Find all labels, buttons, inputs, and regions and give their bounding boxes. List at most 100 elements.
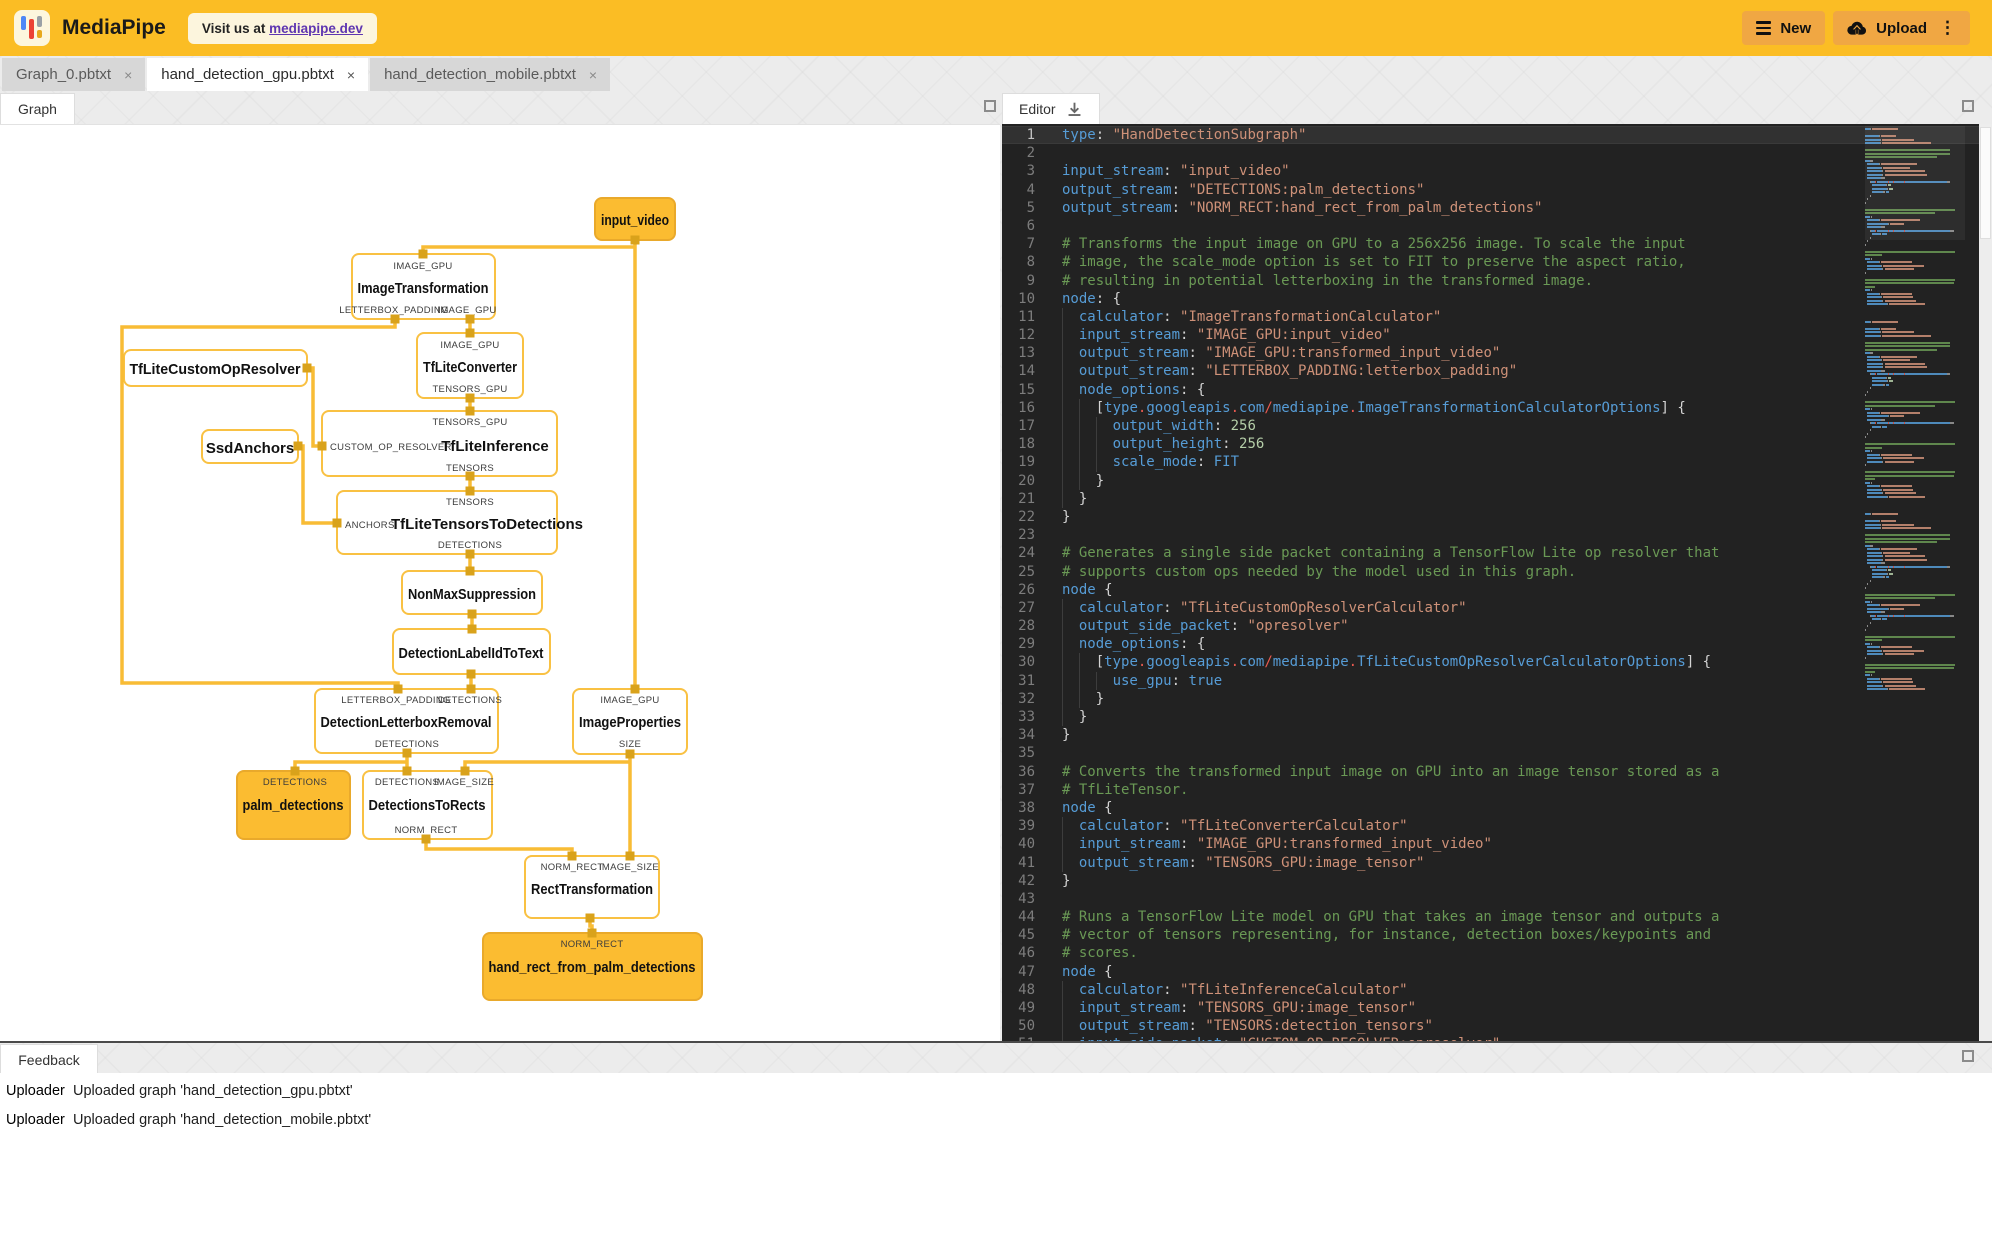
line-number: 24 bbox=[1018, 545, 1035, 562]
port-label: NORM_RECT bbox=[561, 939, 624, 950]
file-tab-Graph_0.pbtxt[interactable]: Graph_0.pbtxt × bbox=[2, 58, 146, 91]
file-tab-bar: Graph_0.pbtxt × hand_detection_gpu.pbtxt × h… bbox=[0, 58, 611, 91]
tab-close-icon[interactable]: × bbox=[121, 67, 135, 83]
port-connector bbox=[421, 834, 431, 844]
code-line: 25 # supports custom ops needed by the mo… bbox=[1002, 563, 1979, 581]
file-tab-label: hand_detection_mobile.pbtxt bbox=[384, 66, 576, 83]
tab-graph[interactable]: Graph bbox=[0, 93, 75, 124]
node-label: DetectionLabelIdToText bbox=[399, 645, 544, 662]
port-label: TENSORS_GPU bbox=[432, 384, 507, 395]
port-label: SIZE bbox=[619, 739, 641, 750]
port-connector bbox=[317, 441, 327, 451]
graph-node-TfLiteTensorsToDetections[interactable]: TENSORS ANCHORS DETECTIONS TfLiteTensorsToD… bbox=[336, 490, 583, 555]
line-number: 46 bbox=[1018, 945, 1035, 962]
feedback-entry: Uploader Uploaded graph 'hand_detection_m… bbox=[0, 1102, 1992, 1131]
code-line: 13 output_stream: "IMAGE_GPU:transformed… bbox=[1002, 344, 1979, 363]
port-label: IMAGE_GPU bbox=[600, 695, 659, 706]
upload-button[interactable]: Upload ⋮ bbox=[1833, 11, 1970, 45]
tab-feedback[interactable]: Feedback bbox=[0, 1044, 98, 1075]
port-label: DETECTIONS bbox=[438, 695, 502, 706]
graph-node-NonMaxSuppression[interactable]: NonMaxSuppression bbox=[401, 570, 543, 615]
editor-panel[interactable]: 1 type: "HandDetectionSubgraph" 2 3 input_st… bbox=[1002, 124, 1979, 1041]
port-connector bbox=[390, 314, 400, 324]
line-number: 35 bbox=[1018, 745, 1035, 762]
minimap[interactable] bbox=[1865, 124, 1965, 1041]
graph-node-TfLiteCustomOpResolver[interactable]: TfLiteCustomOpResolver bbox=[123, 349, 308, 387]
graph-node-ImageProperties[interactable]: IMAGE_GPU SIZE ImageProperties bbox=[572, 688, 688, 755]
code-line: 23 bbox=[1002, 526, 1979, 544]
port-connector bbox=[466, 684, 476, 694]
graph-node-ImageTransformation[interactable]: IMAGE_GPULETTERBOX_PADDINGIMAGE_GPUImage… bbox=[339, 253, 496, 320]
graph-node-DetectionLetterboxRemoval[interactable]: LETTERBOX_PADDINGDETECTIONSDETECTIONSDet… bbox=[314, 688, 502, 754]
line-number: 4 bbox=[1026, 181, 1035, 198]
graph-node-DetectionLabelIdToText[interactable]: DetectionLabelIdToText bbox=[392, 628, 551, 675]
port-connector bbox=[587, 928, 597, 938]
file-tab-hand_detection_gpu.pbtxt[interactable]: hand_detection_gpu.pbtxt × bbox=[147, 58, 369, 91]
code-line: 45 # vector of tensors representing, for … bbox=[1002, 926, 1979, 944]
line-number: 11 bbox=[1018, 308, 1035, 325]
editor-scrollbar[interactable] bbox=[1979, 124, 1992, 1041]
minimap-slider[interactable] bbox=[1865, 126, 1965, 240]
editor-scrollbar-thumb[interactable] bbox=[1980, 127, 1991, 239]
visit-prefix: Visit us at bbox=[201, 20, 270, 36]
mediapipe-dev-link[interactable]: mediapipe.dev bbox=[269, 21, 363, 36]
line-number: 6 bbox=[1026, 217, 1035, 234]
tab-close-icon[interactable]: × bbox=[344, 67, 358, 83]
port-label: IMAGE_GPU bbox=[440, 340, 499, 351]
feedback-source: Uploader bbox=[6, 1111, 65, 1128]
node-label: RectTransformation bbox=[531, 881, 653, 898]
code-line: 8 # image, the scale_mode option is set t… bbox=[1002, 253, 1979, 271]
graph-node-RectTransformation[interactable]: NORM_RECTIMAGE_SIZE RectTransformation bbox=[524, 855, 660, 919]
line-number: 28 bbox=[1018, 618, 1035, 635]
graph-node-TfLiteConverter[interactable]: IMAGE_GPU TENSORS_GPU TfLiteConverter bbox=[416, 332, 524, 399]
line-number: 8 bbox=[1026, 254, 1035, 271]
port-connector bbox=[465, 549, 475, 559]
graph-node-hand_rect_from_palm_detections[interactable]: NORM_RECT hand_rect_from_palm_detections bbox=[482, 932, 703, 1001]
code-line: 16 [type.googleapis.com/mediapipe.ImageT… bbox=[1002, 398, 1979, 417]
download-icon[interactable] bbox=[1066, 101, 1083, 118]
tab-editor[interactable]: Editor bbox=[1002, 93, 1100, 124]
line-number: 2 bbox=[1026, 145, 1035, 162]
port-connector bbox=[465, 566, 475, 576]
tab-close-icon[interactable]: × bbox=[586, 67, 600, 83]
line-number: 12 bbox=[1018, 327, 1035, 344]
graph-node-DetectionsToRects[interactable]: DETECTIONSIMAGE_SIZE NORM_RECT DetectionsT… bbox=[362, 770, 494, 840]
line-number: 39 bbox=[1018, 818, 1035, 835]
port-label: IMAGE_GPU bbox=[437, 305, 496, 316]
code-line: 35 bbox=[1002, 744, 1979, 762]
line-number: 15 bbox=[1018, 381, 1035, 398]
code-line: 36 # Converts the transformed input image… bbox=[1002, 763, 1979, 781]
code-line: 15 node_options: { bbox=[1002, 380, 1979, 399]
graph-canvas[interactable]: input_video IMAGE_GPULETTERBOX_PADDINGIMA… bbox=[0, 125, 1000, 1042]
code-area[interactable]: 1 type: "HandDetectionSubgraph" 2 3 input_st… bbox=[1002, 126, 1979, 1041]
code-line: 37 # TfLiteTensor. bbox=[1002, 781, 1979, 799]
code-line: 29 node_options: { bbox=[1002, 635, 1979, 654]
port-connector bbox=[465, 314, 475, 324]
feedback-maximize-icon[interactable] bbox=[1962, 1050, 1974, 1062]
line-number: 34 bbox=[1018, 727, 1035, 744]
line-number: 30 bbox=[1018, 654, 1035, 671]
graph-node-SsdAnchors[interactable]: SsdAnchors bbox=[201, 429, 299, 464]
code-line: 21 } bbox=[1002, 489, 1979, 508]
line-number: 18 bbox=[1018, 436, 1035, 453]
graph-node-palm_detections[interactable]: DETECTIONS palm_detections bbox=[236, 770, 351, 840]
new-button[interactable]: New bbox=[1742, 11, 1826, 45]
graph-node-TfLiteInference[interactable]: TENSORS_GPUCUSTOM_OP_RESOLVERTENSORSTfLi… bbox=[321, 410, 558, 477]
port-connector bbox=[466, 669, 476, 679]
kebab-menu-icon[interactable]: ⋮ bbox=[1939, 18, 1956, 38]
node-label: TfLiteTensorsToDetections bbox=[391, 516, 583, 533]
code-line: 6 bbox=[1002, 217, 1979, 235]
port-connector bbox=[630, 684, 640, 694]
node-label: TfLiteCustomOpResolver bbox=[130, 361, 301, 378]
graph-maximize-icon[interactable] bbox=[984, 100, 996, 112]
line-number: 21 bbox=[1018, 490, 1035, 507]
editor-maximize-icon[interactable] bbox=[1962, 100, 1974, 112]
code-line: 14 output_stream: "LETTERBOX_PADDING:let… bbox=[1002, 362, 1979, 381]
port-label: IMAGE_GPU bbox=[393, 261, 452, 272]
code-line: 18 output_height: 256 bbox=[1002, 435, 1979, 454]
graph-edge bbox=[307, 366, 322, 448]
graph-node-input_video[interactable]: input_video bbox=[594, 197, 676, 241]
cloud-upload-icon bbox=[1847, 21, 1867, 35]
line-number: 43 bbox=[1018, 890, 1035, 907]
file-tab-hand_detection_mobile.pbtxt[interactable]: hand_detection_mobile.pbtxt × bbox=[370, 58, 611, 91]
